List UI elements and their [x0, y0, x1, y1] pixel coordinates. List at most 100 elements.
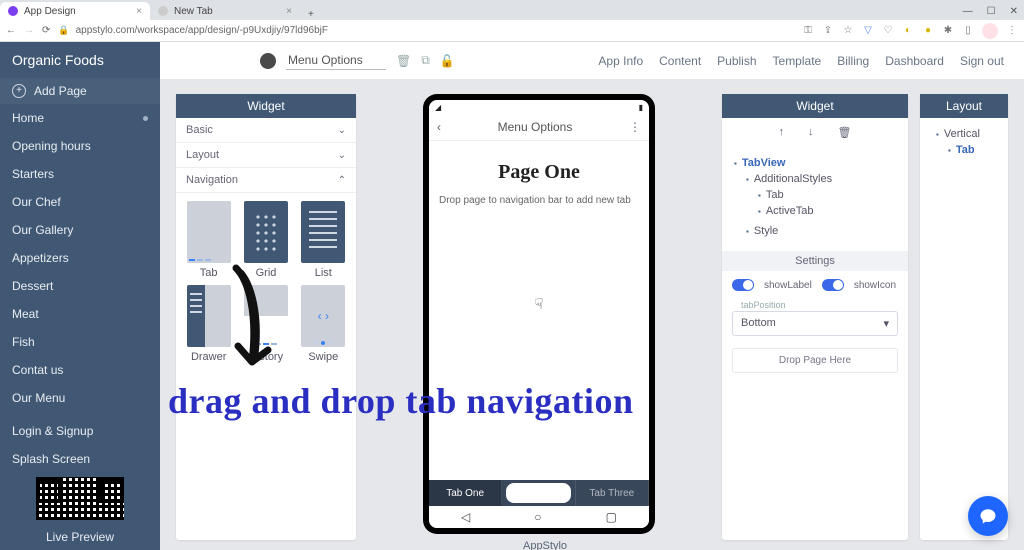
widget-swipe[interactable]: Swipe	[299, 285, 348, 363]
toggle-showlabel[interactable]	[732, 279, 754, 291]
sidebar-item-chef[interactable]: Our Chef	[0, 188, 160, 216]
link-billing[interactable]: Billing	[837, 54, 869, 68]
favicon-icon	[8, 6, 18, 16]
brand-label: AppStylo	[429, 540, 661, 550]
screen-title: Menu Options	[498, 120, 573, 134]
menu-icon[interactable]: ⋮	[1006, 25, 1018, 37]
panel-title: Widget	[722, 94, 908, 118]
close-window-icon[interactable]: ✕	[1010, 6, 1018, 17]
phone-preview: ◢▮ ‹ Menu Options ⋮ Page One Drop page t…	[423, 94, 655, 534]
sidebar-item-opening[interactable]: Opening hours	[0, 132, 160, 160]
panel-title: Layout	[920, 94, 1008, 118]
sidebar-item-menu[interactable]: Our Menu	[0, 384, 160, 412]
ext1-icon[interactable]: ♡	[882, 25, 894, 37]
delete-icon[interactable]: 🗑	[838, 126, 852, 139]
shield-icon[interactable]: ▽	[862, 25, 874, 37]
link-signout[interactable]: Sign out	[960, 54, 1004, 68]
widget-tab[interactable]: Tab	[184, 201, 233, 279]
sidebar-item-splash[interactable]: Splash Screen	[0, 445, 160, 473]
tab-three[interactable]: Tab Three	[576, 480, 649, 506]
unlock-icon[interactable]: 🔓	[440, 54, 455, 68]
toggle-showicon[interactable]	[822, 279, 844, 291]
layout-panel: Layout Vertical Tab	[920, 94, 1008, 540]
key-icon[interactable]: ⚿	[802, 25, 814, 37]
sidebar-item-fish[interactable]: Fish	[0, 328, 160, 356]
widget-tree[interactable]: TabView AdditionalStyles Tab ActiveTab	[722, 147, 908, 251]
link-template[interactable]: Template	[773, 54, 822, 68]
add-page-button[interactable]: + Add Page	[0, 78, 160, 104]
close-icon[interactable]: ×	[136, 6, 142, 17]
copy-icon[interactable]: ⧉	[421, 53, 430, 68]
close-icon[interactable]: ×	[286, 6, 292, 17]
android-home-icon[interactable]: ○	[534, 510, 541, 524]
tabposition-select[interactable]: Bottom ▾	[732, 311, 898, 336]
tab-one[interactable]: Tab One	[429, 480, 502, 506]
link-content[interactable]: Content	[659, 54, 701, 68]
android-back-icon[interactable]: ◁	[461, 510, 470, 524]
maximize-icon[interactable]: ☐	[987, 6, 996, 17]
sidebar-item-gallery[interactable]: Our Gallery	[0, 216, 160, 244]
layout-vertical[interactable]: Vertical	[944, 128, 980, 140]
widget-grid[interactable]: Grid	[241, 201, 290, 279]
tree-tab[interactable]: Tab	[766, 189, 784, 201]
link-appinfo[interactable]: App Info	[598, 54, 643, 68]
more-icon[interactable]: ⋮	[629, 120, 641, 134]
tree-addstyles[interactable]: AdditionalStyles	[754, 173, 832, 185]
panel-title: Widget	[176, 94, 356, 118]
section-layout[interactable]: Layout⌄	[176, 143, 356, 168]
reload-icon[interactable]: ⟳	[42, 25, 50, 36]
layout-tab[interactable]: Tab	[956, 144, 975, 156]
tree-tabview[interactable]: TabView	[742, 157, 786, 169]
share-icon[interactable]: ⇪	[822, 25, 834, 37]
browser-tab-0[interactable]: App Design ×	[0, 2, 150, 20]
delete-icon[interactable]: 🗑	[396, 54, 411, 68]
settings-heading: Settings	[722, 251, 908, 271]
android-recent-icon[interactable]: ▢	[606, 510, 617, 524]
drop-page-zone[interactable]: Drop Page Here	[732, 348, 898, 373]
sidebar-item-home[interactable]: Home	[0, 104, 160, 132]
move-down-icon[interactable]: ↓	[808, 126, 814, 139]
extensions-icon[interactable]: ✱	[942, 25, 954, 37]
tree-style[interactable]: Style	[754, 225, 778, 237]
ext3-icon[interactable]: ●	[922, 25, 934, 37]
link-dashboard[interactable]: Dashboard	[885, 54, 944, 68]
address-bar[interactable]: 🔒 appstylo.com/workspace/app/design/-p9U…	[58, 25, 794, 36]
sidebar-item-meat[interactable]: Meat	[0, 300, 160, 328]
tab-two[interactable]: Tab Two	[502, 480, 575, 506]
forward-icon[interactable]: →	[24, 25, 34, 36]
sidebar-item-appetizers[interactable]: Appetizers	[0, 244, 160, 272]
add-page-label: Add Page	[34, 84, 87, 98]
chat-fab[interactable]	[968, 496, 1008, 536]
widget-drawer[interactable]: Drawer	[184, 285, 233, 363]
minimize-icon[interactable]: —	[963, 6, 973, 17]
sidebar-item-starters[interactable]: Starters	[0, 160, 160, 188]
workspace-title: Organic Foods	[0, 42, 160, 78]
star-icon[interactable]: ☆	[842, 25, 854, 37]
profile-icon[interactable]	[982, 23, 998, 39]
reading-list-icon[interactable]: ▯	[962, 25, 974, 37]
ext2-icon[interactable]: ◐	[902, 25, 914, 37]
widget-history[interactable]: History	[241, 285, 290, 363]
widget-list[interactable]: List	[299, 201, 348, 279]
sidebar-item-login[interactable]: Login & Signup	[0, 417, 160, 445]
new-tab-button[interactable]: +	[300, 9, 322, 20]
tab-bar[interactable]: Tab One Tab Two Tab Three	[429, 480, 649, 506]
live-preview-label[interactable]: Live Preview	[0, 524, 160, 550]
browser-tab-1[interactable]: New Tab ×	[150, 2, 300, 20]
cursor-icon: ☟	[535, 295, 544, 312]
label-showlabel: showLabel	[764, 280, 812, 291]
back-icon[interactable]: ←	[6, 25, 16, 36]
move-up-icon[interactable]: ↑	[779, 126, 785, 139]
sidebar-item-contact[interactable]: Contat us	[0, 356, 160, 384]
page-badge-icon	[260, 53, 276, 69]
back-icon[interactable]: ‹	[437, 120, 441, 134]
section-basic[interactable]: Basic⌄	[176, 118, 356, 143]
sidebar-item-dessert[interactable]: Dessert	[0, 272, 160, 300]
tree-activetab[interactable]: ActiveTab	[766, 205, 814, 217]
section-navigation[interactable]: Navigation⌃	[176, 168, 356, 193]
page-name-input[interactable]: Menu Options	[286, 51, 386, 70]
chevron-down-icon: ▾	[883, 317, 889, 330]
favicon-icon	[158, 6, 168, 16]
label-showicon: showIcon	[854, 280, 896, 291]
link-publish[interactable]: Publish	[717, 54, 756, 68]
